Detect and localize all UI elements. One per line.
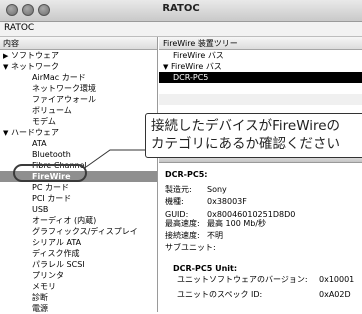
sidebar-item-label: ボリューム [32,106,72,115]
detail-value: 0x38003F [207,197,247,206]
sidebar-item[interactable]: メモリ [0,281,157,292]
sidebar-item[interactable]: ▼ ネットワーク [0,61,160,72]
detail-key: 機種: [165,197,184,206]
sidebar-item[interactable]: PCI カード [0,193,157,204]
sidebar-item-label: ソフトウェア [11,51,59,60]
detail-key: 最高速度: [165,219,200,228]
device-tree-header-label: FireWire 装置ツリー [163,39,238,48]
sidebar-header-label: 内容 [3,39,19,48]
sidebar-header[interactable]: 内容 [0,37,157,50]
sidebar-item-label: ネットワーク環境 [32,84,96,93]
device-title: DCR-PC5: [165,170,208,179]
sidebar-item-label: PCI カード [32,194,72,203]
sidebar-item[interactable]: Bluetooth [0,149,157,160]
sidebar-item[interactable]: モデム [0,116,157,127]
sidebar-item-label: メモリ [32,282,56,291]
sidebar-item-label: グラフィックス/ディスプレイ [32,227,138,236]
sidebar-item[interactable]: ▶ ソフトウェア [0,50,160,61]
sidebar-item-label: ネットワーク [11,62,59,71]
device-tree-row-label: FireWire バス [171,62,222,71]
sidebar-item-label: 診断 [32,293,48,302]
sidebar-item-label: パラレル SCSI [32,260,85,269]
sidebar-item-label: ディスク作成 [32,249,80,258]
detail-key: 製造元: [165,185,192,194]
sidebar-item[interactable]: グラフィックス/ディスプレイ [0,226,157,237]
sidebar-item-label: モデム [32,117,56,126]
sidebar-item-label: ファイアウォール [32,95,96,104]
device-tree-row[interactable]: DCR-PC5 [159,72,362,83]
unit-detail-key: ユニットのスペック ID: [177,290,263,299]
sidebar-item[interactable]: シリアル ATA [0,237,157,248]
sidebar-item-label: PC カード [32,183,69,192]
host-bar: RATOC [0,22,362,37]
sidebar-item[interactable]: PC カード [0,182,157,193]
title-bar: RATOC [0,0,362,22]
instruction-callout: 接続したデバイスがFireWireの カテゴリにあるか確認ください [145,113,362,158]
device-tree-header[interactable]: FireWire 装置ツリー [159,37,362,50]
device-tree-row-label: DCR-PC5 [173,73,209,82]
sidebar-item-label: プリンタ [32,271,64,280]
details-pane: FireWire 装置ツリー FireWire バス ▼ FireWire バス DC… [159,37,362,312]
detail-value: 最高 100 Mb/秒 [207,219,267,228]
device-tree-row-label: FireWire バス [173,51,224,60]
unit-title: DCR-PC5 Unit: [173,264,238,273]
sidebar-item[interactable]: ファイアウォール [0,94,157,105]
sidebar-item[interactable]: 電源 [0,303,157,314]
sidebar-item[interactable]: ディスク作成 [0,248,157,259]
sidebar-item-label: AirMac カード [32,73,86,82]
sidebar-item-label: Bluetooth [32,150,71,159]
firewire-highlight [13,164,87,182]
sidebar-item-label: ハードウェア [11,128,59,137]
detail-key: 接続速度: [165,231,200,240]
sidebar-item[interactable]: USB [0,204,157,215]
sidebar-item[interactable]: ▼ ハードウェア [0,127,160,138]
sidebar-item[interactable]: プリンタ [0,270,157,281]
callout-line-1: 接続したデバイスがFireWireの [151,118,341,134]
window-title: RATOC [162,3,200,14]
host-name: RATOC [4,23,35,33]
sidebar-item[interactable]: オーディオ (内蔵) [0,215,157,226]
sidebar-item-label: オーディオ (内蔵) [32,216,97,225]
unit-detail-value: 0xA02D [319,290,351,299]
detail-value: 不明 [207,231,223,240]
sidebar-item-label: ATA [32,139,47,148]
sidebar-item[interactable]: ATA [0,138,157,149]
sidebar-item[interactable]: AirMac カード [0,72,157,83]
device-tree-row[interactable]: FireWire バス [159,50,362,61]
unit-detail-key: ユニットソフトウェアのバージョン: [177,275,308,284]
unit-detail-value: 0x10001 [319,275,355,284]
detail-value: Sony [207,185,227,194]
sidebar-item-label: シリアル ATA [32,238,82,247]
sidebar-item-label: USB [32,205,49,214]
device-tree-row[interactable]: ▼ FireWire バス [159,61,362,72]
callout-line-2: カテゴリにあるか確認ください [151,136,340,152]
sidebar-item[interactable]: ネットワーク環境 [0,83,157,94]
sidebar-item[interactable]: ボリューム [0,105,157,116]
sidebar-item[interactable]: 診断 [0,292,157,303]
detail-key: サブユニット: [165,243,216,252]
sidebar-item[interactable]: パラレル SCSI [0,259,157,270]
